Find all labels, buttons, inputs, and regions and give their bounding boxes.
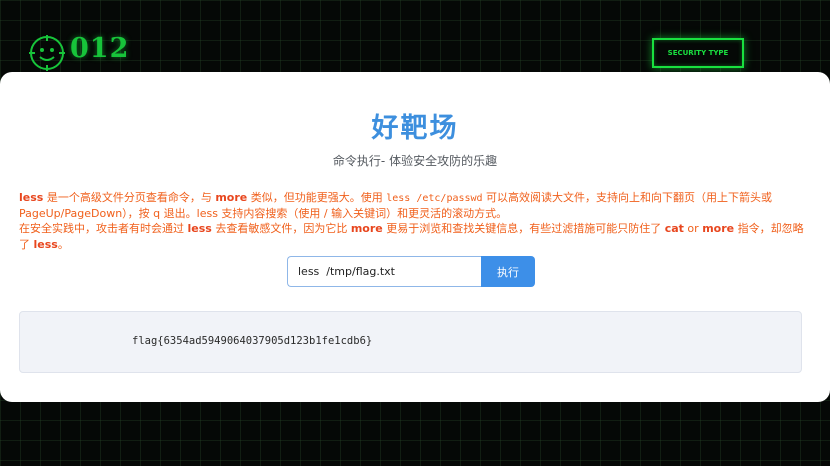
description-paragraph-2: 在安全实践中，攻击者有时会通过 less 去查看敏感文件，因为它比 more 更… [19,221,809,251]
result-box: flag{6354ad5949064037905d123b1fe1cdb6} [19,311,802,373]
keyword-more: more [215,191,248,204]
inline-code: less /etc/passwd [386,193,483,204]
page-subtitle: 命令执行- 体验安全攻防的乐趣 [332,154,498,168]
command-form: 执行 [287,256,535,287]
keyword-less: less [33,237,58,251]
page-background: 012 SECURITY TYPE 好靶场 命令执行- 体验安全攻防的乐趣 le… [0,0,830,466]
description: less 是一个高级文件分页查看命令，与 more 类似，但功能更强大。使用 l… [19,190,809,252]
keyword-less: less [19,191,44,204]
description-text: 去查看敏感文件，因为它比 [211,222,351,236]
keyword-less: less [187,222,212,236]
description-text: or [683,222,703,236]
description-text: 是一个高级文件分页查看命令，与 [43,191,216,204]
result-output: flag{6354ad5949064037905d123b1fe1cdb6} [132,335,373,347]
security-type-button[interactable]: SECURITY TYPE [652,38,744,68]
keyword-more: more [350,222,383,236]
page-title: 好靶场 [371,113,459,144]
logo-text: 012 [70,32,130,64]
description-text: 在安全实践中，攻击者有时会通过 [19,222,188,236]
execute-button[interactable]: 执行 [481,256,535,287]
description-text: 更易于浏览和查找关键信息，有些过滤措施可能只防住了 [382,222,665,236]
command-input[interactable] [287,256,481,287]
description-text: 。 [57,237,69,251]
main-card: 好靶场 命令执行- 体验安全攻防的乐趣 less 是一个高级文件分页查看命令，与… [0,72,830,402]
smiley-crosshair-icon [29,35,65,71]
keyword-more: more [702,222,735,236]
description-text: 类似，但功能更强大。使用 [247,191,387,204]
description-paragraph-1: less 是一个高级文件分页查看命令，与 more 类似，但功能更强大。使用 l… [19,190,809,221]
keyword-cat: cat [664,222,684,236]
logo[interactable]: 012 [28,32,130,72]
